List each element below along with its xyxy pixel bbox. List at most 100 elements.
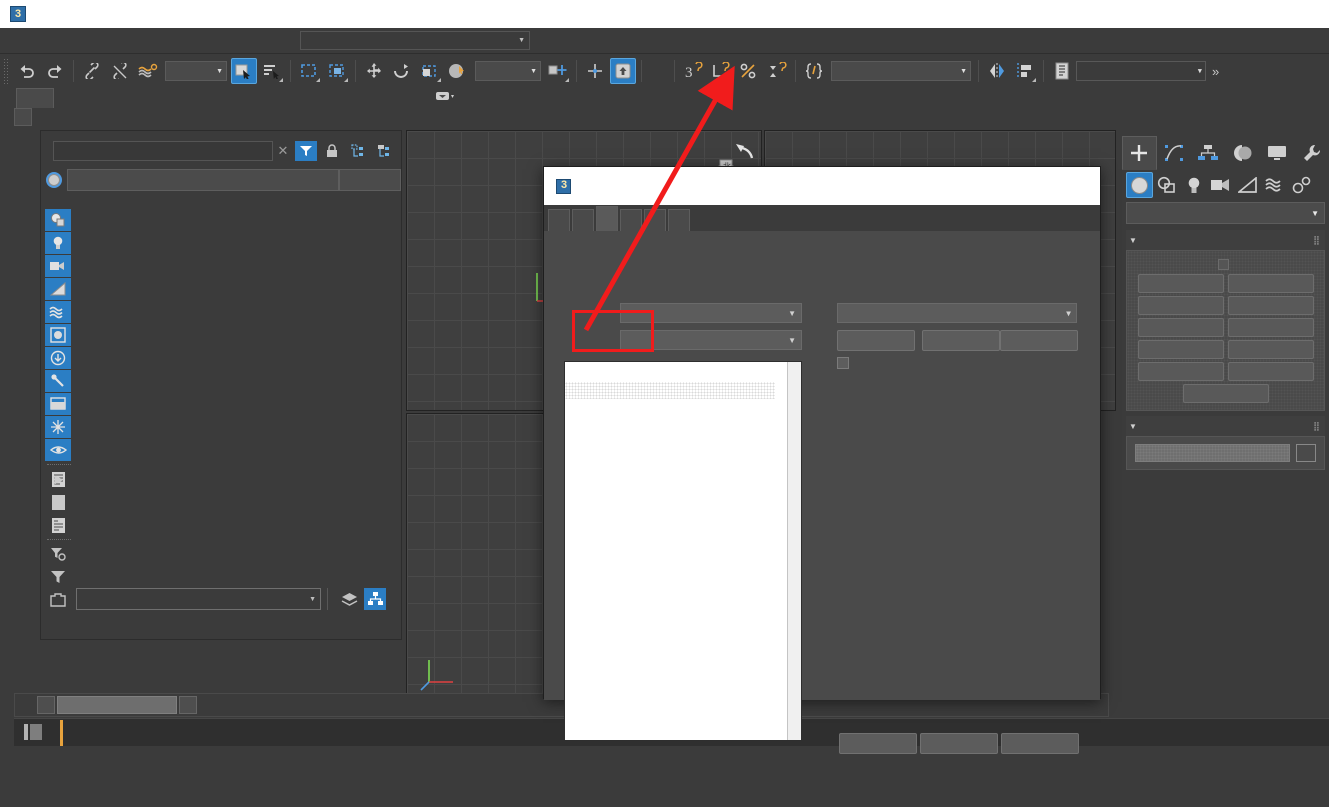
create-space-warps-icon[interactable] (1261, 172, 1288, 198)
use-pivot-point-center-icon[interactable] (545, 58, 571, 84)
create-lights-icon[interactable] (1180, 172, 1207, 198)
rectangular-selection-region-icon[interactable] (296, 58, 322, 84)
percent-snap-toggle-icon[interactable] (736, 58, 762, 84)
create-shapes-icon[interactable] (1153, 172, 1180, 198)
dialog-tab-colors[interactable] (668, 209, 690, 231)
se-tool-select-similar-icon[interactable] (45, 209, 71, 231)
object-name-input[interactable] (1135, 444, 1290, 462)
menu-graph-editors[interactable] (160, 28, 180, 54)
menu-animation[interactable] (140, 28, 160, 54)
use-selection-center-icon[interactable] (582, 58, 608, 84)
undo-icon[interactable] (14, 58, 40, 84)
object-category-combo[interactable]: ▼ (1126, 202, 1325, 224)
align-icon[interactable] (1012, 58, 1038, 84)
menu-edit[interactable] (20, 28, 40, 54)
snaps-toggle-icon[interactable]: 3 (680, 58, 706, 84)
se-tool-groups-icon[interactable] (45, 324, 71, 346)
ribbon-tab-selection[interactable] (90, 88, 126, 108)
se-tool-bones-icon[interactable] (45, 370, 71, 392)
scene-explorer-expand-arrow[interactable]: ▶ (49, 469, 69, 489)
select-and-rotate-icon[interactable] (389, 58, 415, 84)
edit-named-selection-sets-icon[interactable] (801, 58, 827, 84)
command-panel-scrollbar[interactable] (1322, 70, 1329, 430)
create-torus-button[interactable] (1138, 340, 1224, 359)
ribbon-tab-populate[interactable] (162, 88, 198, 108)
dialog-tab-keyboard[interactable] (548, 209, 570, 231)
select-and-link-icon[interactable] (79, 58, 105, 84)
menu-civil-view[interactable] (200, 28, 220, 54)
ribbon-tab-modeling[interactable] (16, 88, 54, 108)
tab-modify[interactable] (1157, 136, 1192, 170)
spinner-snap-toggle-icon[interactable] (764, 58, 790, 84)
layer-explorer-icon[interactable] (338, 589, 360, 609)
menu-customize[interactable] (220, 28, 240, 54)
rollout-header-name-color[interactable]: ▼ ⣿ (1126, 416, 1325, 436)
hide-checkbox[interactable] (837, 357, 854, 369)
create-helpers-icon[interactable] (1234, 172, 1261, 198)
select-and-move-icon[interactable] (361, 58, 387, 84)
create-geometry-icon[interactable] (1126, 172, 1153, 198)
create-sphere-button[interactable] (1138, 296, 1224, 315)
menu-create[interactable] (100, 28, 120, 54)
create-cone-button[interactable] (1228, 274, 1314, 293)
bind-to-space-warp-icon[interactable] (135, 58, 161, 84)
expand-all-icon[interactable] (347, 141, 369, 161)
window-crossing-toggle-icon[interactable] (324, 58, 350, 84)
toolbar-select-combo[interactable]: ▼ (837, 303, 1077, 323)
se-tool-xrefs-icon[interactable] (45, 347, 71, 369)
selection-filter-combo[interactable]: ▼ (165, 61, 227, 81)
collapse-all-icon[interactable] (373, 141, 395, 161)
menu-modifiers[interactable] (120, 28, 140, 54)
time-cursor[interactable] (60, 720, 63, 746)
ribbon-minimize-dropdown[interactable] (434, 89, 454, 103)
tab-motion[interactable] (1226, 136, 1261, 170)
list-item[interactable] (565, 382, 775, 399)
se-tool-filter-settings-icon[interactable] (45, 543, 71, 565)
dialog-tab-menus[interactable] (644, 209, 666, 231)
action-list[interactable] (564, 361, 802, 741)
delete-toolbar-button[interactable] (922, 330, 1000, 351)
select-object-icon[interactable] (231, 58, 257, 84)
menu-file[interactable] (0, 28, 20, 54)
menu-interactive[interactable] (260, 28, 280, 54)
named-selection-combo[interactable]: ▼ (76, 588, 321, 610)
dialog-tab-toolbars[interactable] (596, 206, 618, 231)
se-tool-space-warps-icon[interactable] (45, 301, 71, 323)
scene-explorer-toggle-icon[interactable] (364, 588, 386, 610)
redo-icon[interactable] (42, 58, 68, 84)
current-frame-display[interactable] (57, 696, 177, 714)
menu-tools[interactable] (40, 28, 60, 54)
select-and-place-icon[interactable] (445, 58, 471, 84)
menu-scripting[interactable] (240, 28, 260, 54)
action-list-header[interactable] (565, 362, 801, 382)
ribbon-tab-freeform[interactable] (54, 88, 90, 108)
search-input[interactable] (53, 141, 273, 161)
clear-search-icon[interactable]: ✕ (273, 143, 293, 159)
se-tool-particles-icon[interactable] (45, 393, 71, 415)
group-combo[interactable]: ▼ (620, 303, 802, 323)
drag-handle-icon[interactable]: ⣿ (1313, 421, 1321, 432)
rename-toolbar-button[interactable] (1000, 330, 1078, 351)
se-tool-lights-icon[interactable] (45, 232, 71, 254)
next-frame-button[interactable] (179, 696, 197, 714)
autogrid-checkbox[interactable] (1133, 255, 1318, 274)
prev-frame-button[interactable] (37, 696, 55, 714)
dialog-tab-mouse[interactable] (572, 209, 594, 231)
object-type-column-icon[interactable] (41, 169, 67, 191)
named-selection-sets-combo[interactable]: ▼ (831, 61, 971, 81)
create-text-plus-button[interactable] (1183, 384, 1269, 403)
se-tool-columns-icon[interactable] (45, 514, 71, 536)
create-box-button[interactable] (1138, 274, 1224, 293)
se-tool-sort-icon[interactable] (45, 491, 71, 513)
filter-icon[interactable] (295, 141, 317, 161)
drag-handle-icon[interactable]: ⣿ (1313, 235, 1321, 246)
toolbar-overflow-icon[interactable]: » (1206, 64, 1225, 79)
create-geosphere-button[interactable] (1228, 296, 1314, 315)
se-tool-helpers-icon[interactable] (45, 278, 71, 300)
se-tool-visibility-icon[interactable] (45, 439, 71, 461)
create-cylinder-button[interactable] (1138, 318, 1224, 337)
project-folder-combo[interactable]: ▼ (1076, 61, 1206, 81)
column-header-frozen[interactable] (339, 169, 401, 191)
tab-hierarchy[interactable] (1191, 136, 1226, 170)
object-color-swatch[interactable] (1296, 444, 1316, 462)
